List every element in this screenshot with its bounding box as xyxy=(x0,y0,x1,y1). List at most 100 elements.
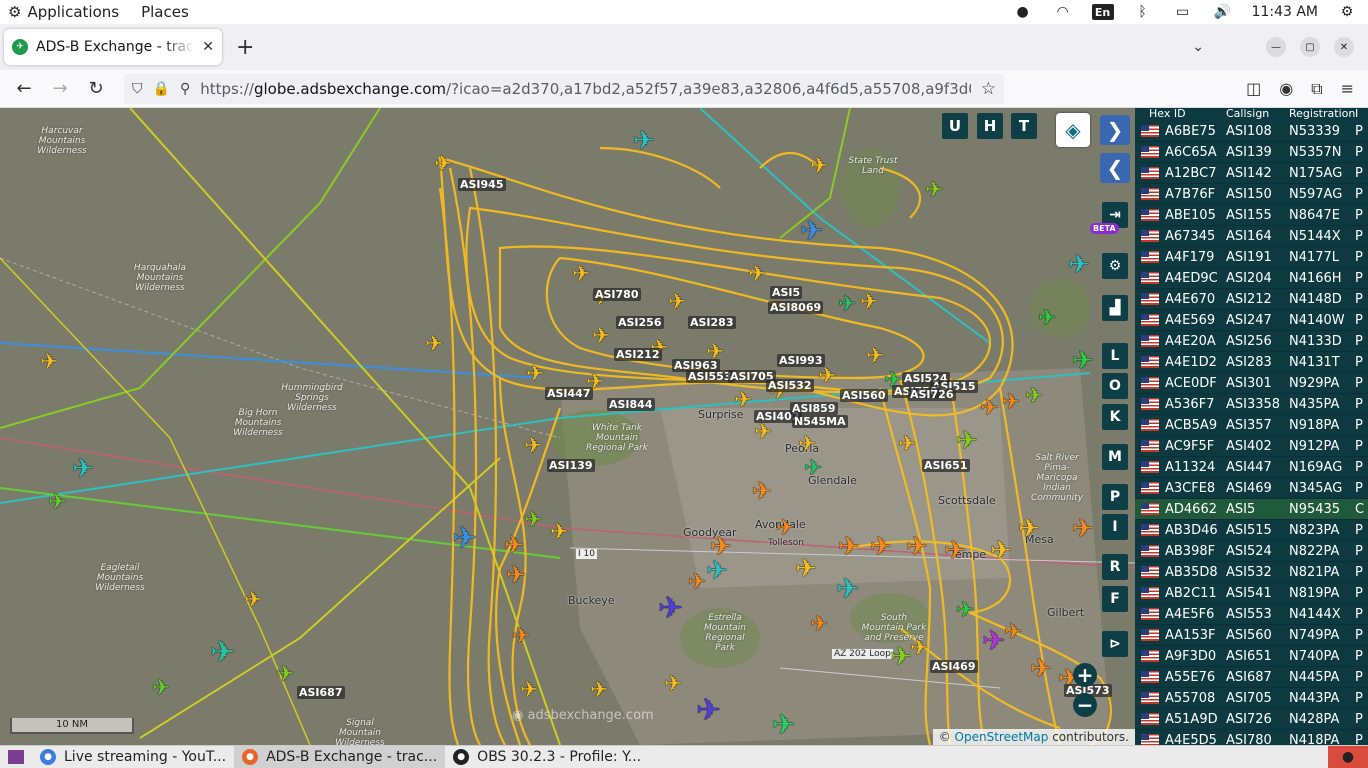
taskbar-item-youtube[interactable]: ● Live streaming - YouT... xyxy=(32,746,234,768)
close-tab-icon[interactable]: ✕ xyxy=(202,39,214,55)
aircraft-icon[interactable]: ✈ xyxy=(434,154,452,176)
tracking-protection-shield-icon[interactable]: ⛉ xyxy=(132,81,143,97)
table-row[interactable]: AB35D8 ASI532 N821PA P xyxy=(1135,562,1368,583)
settings-button[interactable]: ⚙ xyxy=(1102,253,1128,279)
aircraft-icon[interactable]: ✈ xyxy=(524,436,542,458)
aircraft-icon[interactable]: ✈ xyxy=(906,534,928,560)
lock-icon[interactable]: 🔒 xyxy=(153,81,170,97)
map-layers-button[interactable]: ◈ xyxy=(1056,113,1090,147)
aircraft-icon[interactable]: ✈ xyxy=(752,479,772,503)
table-row[interactable]: A12BC7 ASI142 N175AG P xyxy=(1135,163,1368,184)
aircraft-label[interactable]: ASI687 xyxy=(297,686,345,699)
toggle-m-button[interactable]: M xyxy=(1102,444,1128,470)
close-window-button[interactable]: ✕ xyxy=(1334,37,1354,57)
aircraft-label[interactable]: ASI553 xyxy=(686,370,734,383)
aircraft-label[interactable]: ASI945 xyxy=(458,178,506,191)
table-row[interactable]: A55E76 ASI687 N445PA P xyxy=(1135,667,1368,688)
table-row[interactable]: A55708 ASI705 N443PA P xyxy=(1135,688,1368,709)
clock[interactable]: 11:43 AM xyxy=(1252,4,1318,20)
table-row[interactable]: AC9F5F ASI402 N912PA P xyxy=(1135,436,1368,457)
aircraft-label[interactable]: ASI532 xyxy=(766,379,814,392)
battery-icon[interactable]: ▭ xyxy=(1172,3,1194,21)
aircraft-icon[interactable]: ✈ xyxy=(1038,308,1056,330)
toggle-p-button[interactable]: P xyxy=(1102,484,1128,510)
flight-map[interactable]: Harcuvar Mountains Wilderness Harquahala… xyxy=(0,108,1135,745)
table-row[interactable]: ABE105 ASI155 N8647E P xyxy=(1135,205,1368,226)
table-row[interactable]: AB398F ASI524 N822PA P xyxy=(1135,541,1368,562)
aircraft-icon[interactable]: ✈ xyxy=(592,326,610,348)
aircraft-label[interactable]: ASI8069 xyxy=(768,301,824,314)
aircraft-icon[interactable]: ✈ xyxy=(910,638,928,660)
tab-adsb-exchange[interactable]: ✈ ADS-B Exchange - track aircraft live ✕ xyxy=(4,29,222,65)
aircraft-label[interactable]: ASI447 xyxy=(545,387,593,400)
firefox-launcher-icon[interactable]: ● xyxy=(1328,745,1368,768)
aircraft-label[interactable]: ASI212 xyxy=(614,348,662,361)
aircraft-icon[interactable]: ✈ xyxy=(838,534,860,560)
toggle-l-button[interactable]: L xyxy=(1102,343,1128,369)
aircraft-icon[interactable]: ✈ xyxy=(810,614,828,636)
aircraft-icon[interactable]: ✈ xyxy=(1072,516,1094,542)
aircraft-icon[interactable]: ✈ xyxy=(944,538,966,564)
aircraft-icon[interactable]: ✈ xyxy=(818,366,836,388)
aircraft-icon[interactable]: ✈ xyxy=(72,456,94,482)
toggle-h-button[interactable]: H xyxy=(977,113,1003,139)
aircraft-label[interactable]: ASI5 xyxy=(770,286,803,299)
aircraft-icon[interactable]: ✈ xyxy=(1018,516,1040,542)
table-row[interactable]: A6BE75 ASI108 N53339 P xyxy=(1135,121,1368,142)
aircraft-icon[interactable]: ✈ xyxy=(898,434,916,456)
aircraft-label[interactable]: ASI560 xyxy=(840,389,888,402)
aircraft-icon[interactable]: ✈ xyxy=(956,428,978,454)
aircraft-label[interactable]: ASI256 xyxy=(616,316,664,329)
table-row[interactable]: ACE0DF ASI301 N929PA P xyxy=(1135,373,1368,394)
aircraft-icon[interactable]: ✈ xyxy=(800,217,823,245)
aircraft-icon[interactable]: ✈ xyxy=(210,638,235,668)
aircraft-icon[interactable]: ✈ xyxy=(590,680,608,702)
show-desktop-button[interactable] xyxy=(8,750,24,764)
aircraft-icon[interactable]: ✈ xyxy=(658,594,683,624)
beta-badge[interactable]: BETA xyxy=(1090,223,1119,234)
aircraft-icon[interactable]: ✈ xyxy=(734,390,752,412)
pocket-icon[interactable]: ◫ xyxy=(1246,79,1261,99)
aircraft-icon[interactable]: ✈ xyxy=(980,398,998,420)
table-row[interactable]: A4F179 ASI191 N4177L P xyxy=(1135,247,1368,268)
table-row[interactable]: A4E670 ASI212 N4148D P xyxy=(1135,289,1368,310)
table-row[interactable]: AA153F ASI560 N749PA P xyxy=(1135,625,1368,646)
aircraft-icon[interactable]: ✈ xyxy=(890,644,912,670)
aircraft-icon[interactable]: ✈ xyxy=(664,674,682,696)
aircraft-icon[interactable]: ✈ xyxy=(754,422,772,444)
back-button[interactable]: ← xyxy=(6,78,42,99)
bluetooth-icon[interactable]: ᛒ xyxy=(1132,3,1154,21)
column-header-extra[interactable]: I xyxy=(1355,108,1368,121)
zoom-out-button[interactable]: − xyxy=(1073,693,1097,717)
table-row[interactable]: A11324 ASI447 N169AG P xyxy=(1135,457,1368,478)
aircraft-icon[interactable]: ✈ xyxy=(1002,392,1020,414)
table-row[interactable]: A4E5F6 ASI553 N4144X P xyxy=(1135,604,1368,625)
aircraft-icon[interactable]: ✈ xyxy=(512,626,530,648)
taskbar-item-obs[interactable]: ● OBS 30.2.3 - Profile: Y... xyxy=(445,746,649,768)
aircraft-icon[interactable]: ✈ xyxy=(838,294,856,316)
openstreetmap-link[interactable]: OpenStreetMap xyxy=(955,730,1049,744)
aircraft-label[interactable]: N545MA xyxy=(792,415,848,428)
toggle-t-button[interactable]: T xyxy=(1011,113,1037,139)
aircraft-icon[interactable]: ✈ xyxy=(425,334,443,356)
aircraft-icon[interactable]: ✈ xyxy=(668,292,686,314)
aircraft-icon[interactable]: ✈ xyxy=(526,364,544,386)
toggle-f-button[interactable]: F xyxy=(1102,586,1128,612)
maximize-window-button[interactable]: ▢ xyxy=(1300,37,1320,57)
column-header-hex[interactable]: Hex ID xyxy=(1135,108,1226,121)
volume-icon[interactable]: 🔊 xyxy=(1212,3,1234,21)
aircraft-icon[interactable]: ✈ xyxy=(524,510,542,532)
table-row[interactable]: ACB5A9 ASI357 N918PA P xyxy=(1135,415,1368,436)
aircraft-icon[interactable]: ✈ xyxy=(772,711,795,739)
table-row[interactable]: A6C65A ASI139 N5357N P xyxy=(1135,142,1368,163)
table-row[interactable]: A9F3D0 ASI651 N740PA P xyxy=(1135,646,1368,667)
aircraft-label[interactable]: ASI469 xyxy=(930,660,978,673)
reload-button[interactable]: ↻ xyxy=(78,78,114,99)
aircraft-icon[interactable]: ✈ xyxy=(860,292,878,314)
aircraft-icon[interactable]: ✈ xyxy=(748,264,766,286)
table-row[interactable]: A4E20A ASI256 N4133D P xyxy=(1135,331,1368,352)
forward-button[interactable]: → xyxy=(42,78,78,99)
taskbar-item-adsb[interactable]: ● ADS-B Exchange - trac... xyxy=(234,745,446,768)
aircraft-label[interactable]: ASI726 xyxy=(908,388,956,401)
table-row[interactable]: A67345 ASI164 N5144X P xyxy=(1135,226,1368,247)
